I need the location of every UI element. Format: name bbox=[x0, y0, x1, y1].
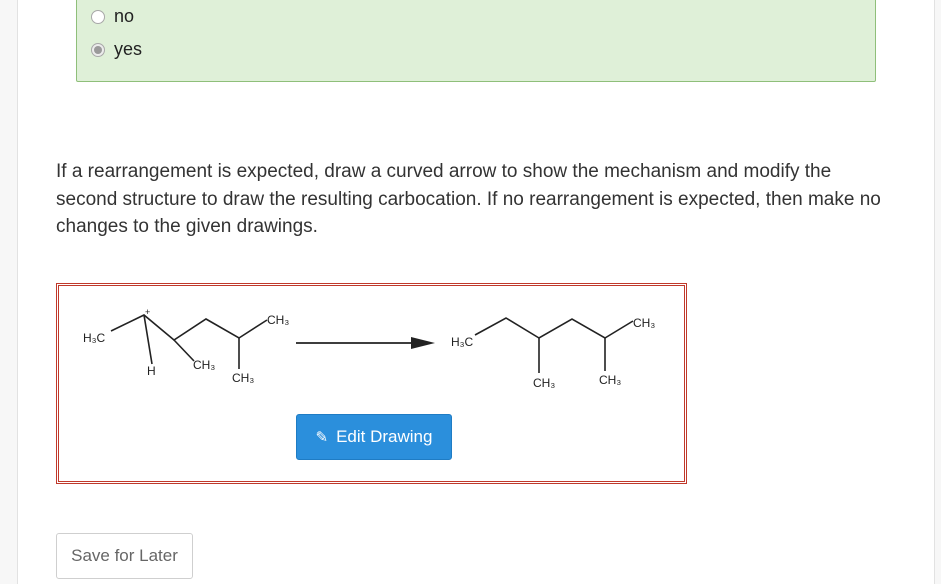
product-ch3-b-label: CH₃ bbox=[599, 373, 621, 387]
reactant-structure: H₃C + H CH₃ CH₃ CH₃ bbox=[83, 307, 289, 385]
save-for-later-button[interactable]: Save for Later bbox=[56, 533, 193, 579]
reactant-h-label: H bbox=[147, 364, 156, 378]
reactant-ch3-top-label: CH₃ bbox=[267, 313, 289, 327]
reactant-ch3-b-label: CH₃ bbox=[232, 371, 254, 385]
option-no[interactable]: no bbox=[91, 6, 134, 27]
question-text: If a rearrangement is expected, draw a c… bbox=[56, 161, 881, 237]
reactant-h3c-text: H₃C bbox=[83, 331, 106, 345]
reactant-ch3-bond-a bbox=[173, 339, 195, 362]
reactant-h3c-label: H₃C bbox=[83, 331, 106, 345]
edit-drawing-label: Edit Drawing bbox=[336, 427, 433, 446]
reaction-arrow-head bbox=[411, 337, 435, 349]
radio-selected-dot bbox=[94, 45, 102, 54]
reaction-arrow bbox=[296, 337, 435, 349]
drawing-frame: H₃C + H CH₃ CH₃ CH₃ H₃C CH₃ CH₃ CH₃ ✎ Ed… bbox=[56, 283, 687, 484]
radio-no[interactable] bbox=[91, 9, 105, 24]
product-ch3-a-label: CH₃ bbox=[533, 376, 555, 390]
product-structure: H₃C CH₃ CH₃ CH₃ bbox=[451, 316, 655, 390]
reactant-ch3-a-label: CH₃ bbox=[193, 358, 215, 372]
pencil-icon: ✎ bbox=[315, 429, 329, 446]
product-h3c-label: H₃C bbox=[451, 335, 474, 349]
reactant-charge: + bbox=[145, 307, 150, 317]
edit-drawing-button[interactable]: ✎ Edit Drawing bbox=[296, 414, 452, 460]
radio-yes[interactable] bbox=[91, 42, 105, 57]
option-yes-label: yes bbox=[114, 39, 143, 59]
product-ch3-top-label: CH₃ bbox=[633, 316, 655, 330]
reactant-main-chain bbox=[110, 314, 268, 341]
product-main-chain bbox=[474, 317, 634, 339]
option-no-label: no bbox=[114, 6, 135, 26]
option-yes[interactable]: yes bbox=[91, 39, 142, 60]
reactant-h-bond bbox=[143, 314, 153, 365]
answer-feedback-box: no yes bbox=[76, 0, 876, 82]
